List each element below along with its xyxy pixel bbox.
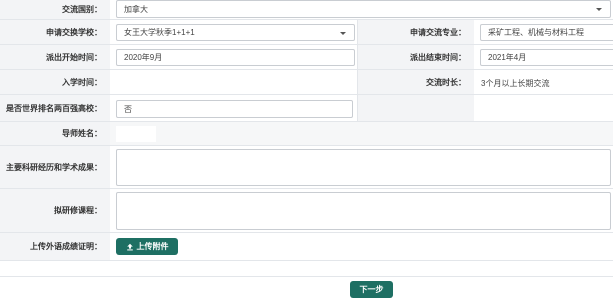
upload-icon	[126, 243, 133, 250]
major-input[interactable]: 采矿工程、机械与材料工程	[480, 24, 613, 41]
row-school-major: 申请交换学校： 女王大学秋季1+1+1 申请交流专业： 采矿工程、机械与材料工程	[0, 20, 613, 45]
start-value: 2020年9月	[124, 53, 163, 62]
label-duration: 交流时长：	[358, 70, 474, 94]
label-start: 派出开始时间：	[0, 45, 110, 69]
top200-value: 否	[124, 104, 132, 114]
row-courses: 拟研修课程：	[0, 189, 613, 233]
label-major: 申请交流专业：	[358, 20, 474, 44]
next-step-button[interactable]: 下一步	[350, 281, 393, 298]
duration-value: 3个月以上长期交流	[481, 79, 550, 88]
row-top200: 是否世界排名两百强高校： 否	[0, 95, 613, 122]
label-language: 上传外语成绩证明：	[0, 233, 110, 260]
major-value: 采矿工程、机械与材料工程	[488, 28, 584, 37]
row-language: 上传外语成绩证明： 上传附件	[0, 233, 613, 261]
upload-button-label: 上传附件	[136, 242, 169, 251]
label-school: 申请交换学校：	[0, 20, 110, 44]
school-select[interactable]: 女王大学秋季1+1+1	[116, 24, 355, 41]
row-entry-duration: 入学时间： 交流时长： 3个月以上长期交流	[0, 70, 613, 95]
chevron-down-icon	[340, 31, 346, 35]
entry-value	[110, 70, 357, 94]
end-value: 2021年4月	[488, 53, 527, 62]
upload-attachment-button[interactable]: 上传附件	[116, 238, 178, 255]
mentor-value	[116, 126, 156, 142]
label-mentor: 导师姓名：	[0, 122, 110, 145]
label-top200: 是否世界排名两百强高校：	[0, 95, 110, 121]
row-country: 交流国别： 加拿大	[0, 0, 613, 20]
label-courses: 拟研修课程：	[0, 189, 110, 232]
chevron-down-icon	[596, 8, 602, 11]
footer-divider	[0, 276, 613, 277]
row-research: 主要科研经历和学术成果：	[0, 146, 613, 189]
row-mentor: 导师姓名：	[0, 122, 613, 146]
label-country: 交流国别：	[0, 0, 110, 19]
country-select[interactable]: 加拿大	[116, 0, 611, 18]
school-value: 女王大学秋季1+1+1	[124, 28, 195, 37]
end-date-input[interactable]: 2021年4月	[480, 49, 613, 66]
start-date-input[interactable]: 2020年9月	[116, 49, 355, 66]
label-research: 主要科研经历和学术成果：	[0, 146, 110, 188]
label-end: 派出结束时间：	[358, 45, 474, 69]
courses-textarea[interactable]	[116, 192, 611, 230]
label-entry: 入学时间：	[0, 70, 110, 94]
research-textarea[interactable]	[116, 149, 611, 186]
top200-input[interactable]: 否	[116, 100, 353, 118]
row-dates: 派出开始时间： 2020年9月 派出结束时间： 2021年4月	[0, 45, 613, 70]
country-value: 加拿大	[124, 4, 148, 14]
